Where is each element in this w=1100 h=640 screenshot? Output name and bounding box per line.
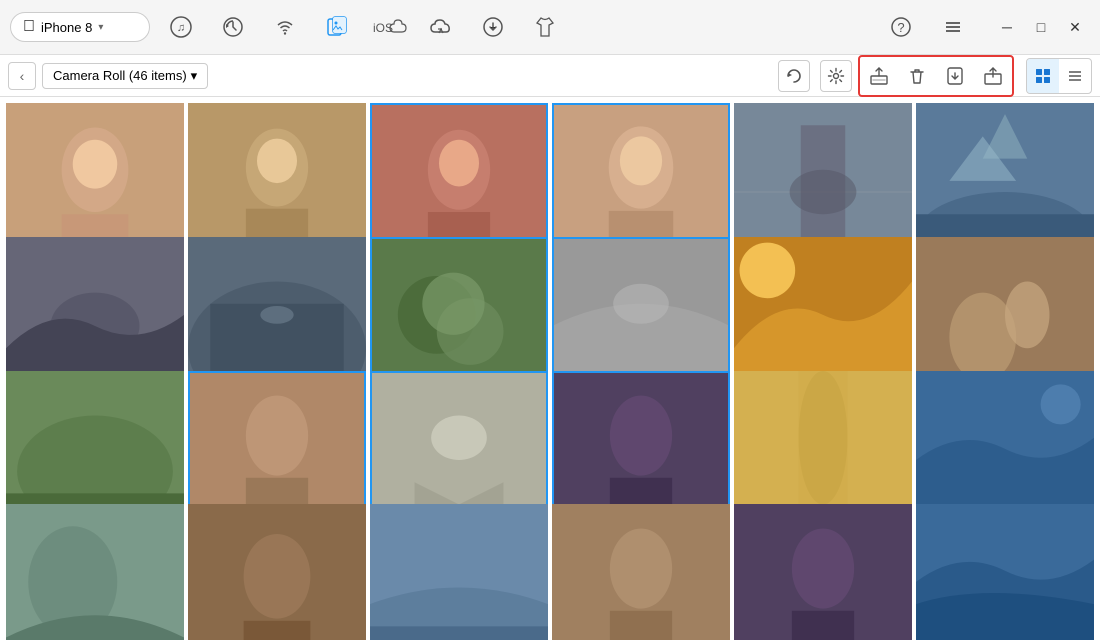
music-tab-btn[interactable]: ♫ <box>160 6 202 48</box>
grid-view-btn[interactable] <box>1027 59 1059 93</box>
album-chevron-icon: ▾ <box>191 68 198 84</box>
add-to-device-btn[interactable] <box>938 59 972 93</box>
photo-grid: ✓✓✓✓✓✓✓ <box>0 97 1100 640</box>
cloud-tab-btn[interactable] <box>420 6 462 48</box>
device-name-label: iPhone 8 <box>41 20 92 35</box>
device-selector[interactable]:  iPhone 8 ▾ <box>10 12 150 42</box>
settings-btn[interactable] <box>820 60 852 92</box>
back-icon: ‹ <box>20 68 25 84</box>
help-btn[interactable]: ? <box>880 6 922 48</box>
history-tab-btn[interactable] <box>212 6 254 48</box>
photo-item[interactable] <box>188 504 366 640</box>
album-selector[interactable]: Camera Roll (46 items) ▾ <box>42 63 208 89</box>
refresh-btn[interactable] <box>778 60 810 92</box>
delete-btn[interactable] <box>900 59 934 93</box>
export-to-pc-btn[interactable] <box>862 59 896 93</box>
photos-tab-btn[interactable] <box>316 6 358 48</box>
photo-item[interactable] <box>734 504 912 640</box>
restore-btn[interactable]: □ <box>1026 12 1056 42</box>
photo-item[interactable] <box>552 504 730 640</box>
top-toolbar:  iPhone 8 ▾ ♫ iOS ? ─ □ ✕ <box>0 0 1100 55</box>
minimize-btn[interactable]: ─ <box>992 12 1022 42</box>
list-view-btn[interactable] <box>1059 59 1091 93</box>
view-toggle <box>1026 58 1092 94</box>
back-btn[interactable]: ‹ <box>8 62 36 90</box>
close-btn[interactable]: ✕ <box>1060 12 1090 42</box>
share-btn[interactable] <box>976 59 1010 93</box>
device-chevron-icon: ▾ <box>98 22 103 33</box>
download-tab-btn[interactable] <box>472 6 514 48</box>
ios-tab-btn[interactable]: iOS <box>368 6 410 48</box>
menu-btn[interactable] <box>932 6 974 48</box>
shirt-tab-btn[interactable] <box>524 6 566 48</box>
apple-logo-icon:  <box>23 18 35 36</box>
svg-text:♫: ♫ <box>177 22 185 34</box>
photo-item[interactable] <box>916 504 1094 640</box>
action-buttons-group <box>858 55 1014 97</box>
photo-item[interactable] <box>370 504 548 640</box>
secondary-toolbar: ‹ Camera Roll (46 items) ▾ <box>0 55 1100 97</box>
photo-item[interactable] <box>6 504 184 640</box>
svg-text:?: ? <box>897 20 904 35</box>
album-label: Camera Roll (46 items) <box>53 68 187 83</box>
window-controls: ─ □ ✕ <box>992 12 1090 42</box>
wifi-tab-btn[interactable] <box>264 6 306 48</box>
